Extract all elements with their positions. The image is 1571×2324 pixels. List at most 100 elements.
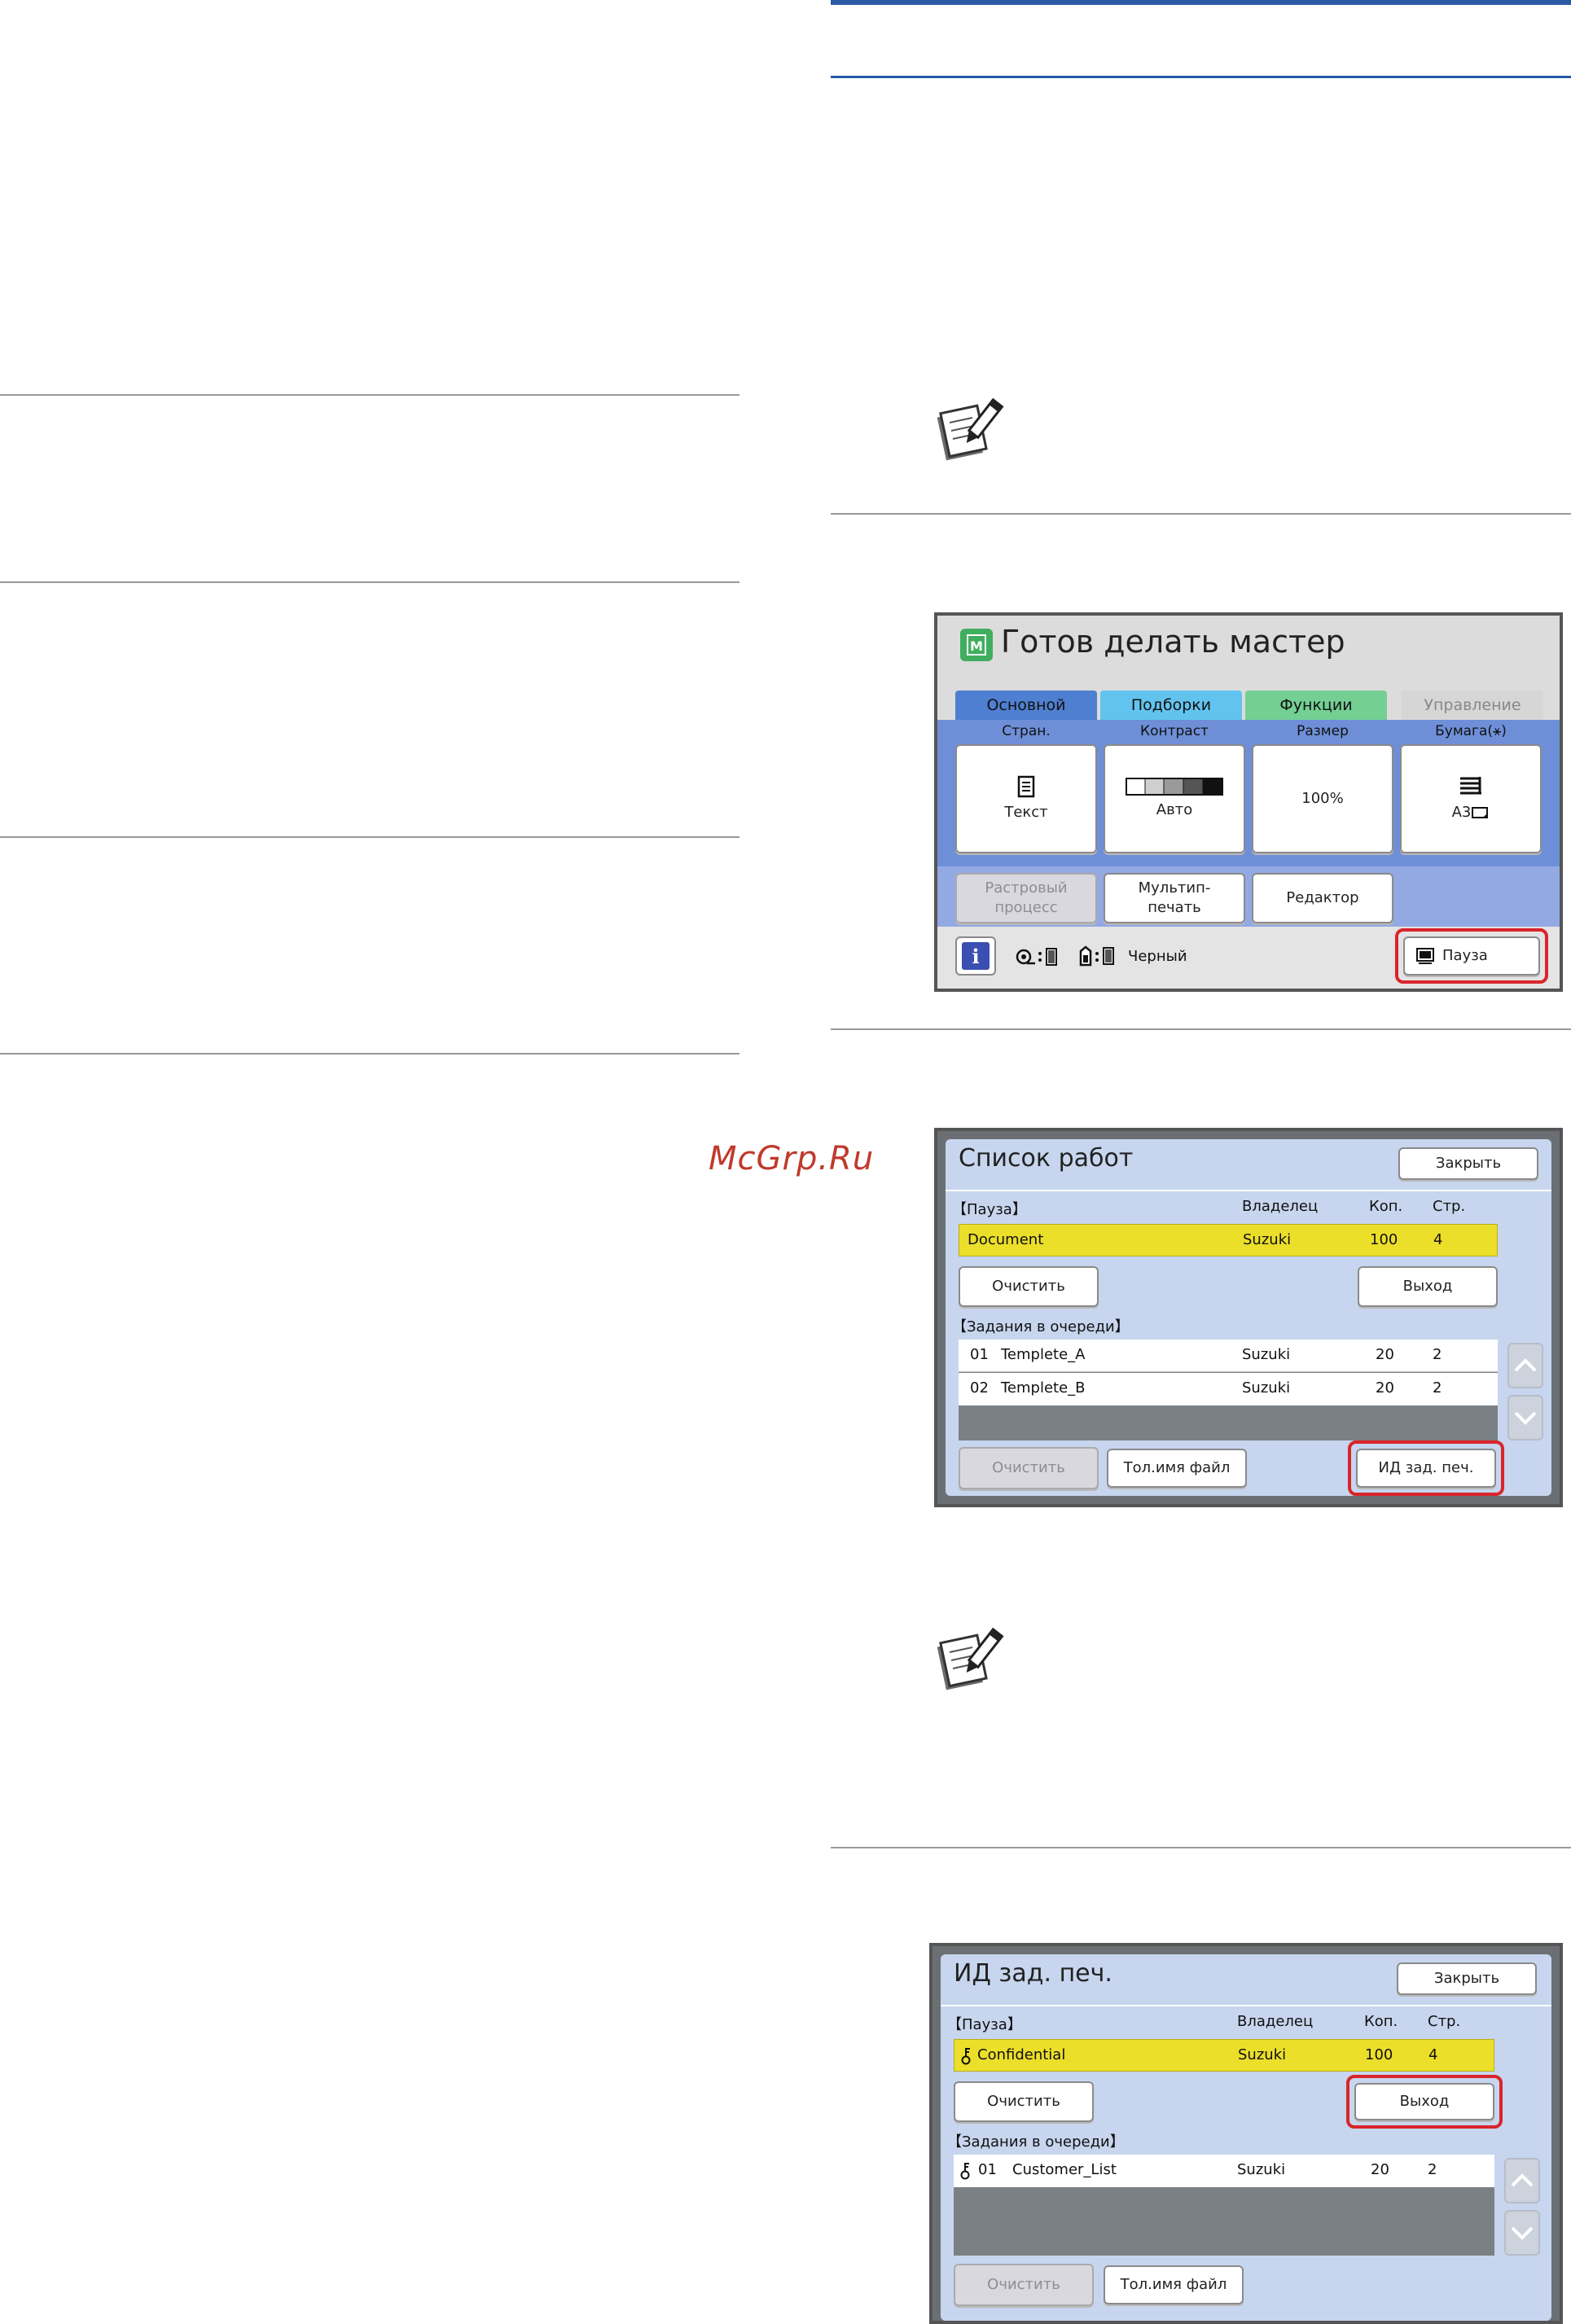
exit-highlight	[1346, 2075, 1503, 2129]
paper-stack-icon	[1460, 777, 1481, 795]
paper-cross-icon: ⚹	[1493, 723, 1502, 739]
col-label-size: Размер	[1297, 723, 1349, 739]
col-owner: Владелец	[1242, 1198, 1319, 1215]
queue-copies: 20	[1371, 2161, 1389, 2178]
settings-band: Стран. Контраст Размер Бумага(⚹) Текст А…	[937, 720, 1560, 866]
col-label-paper: Бумага(⚹)	[1435, 723, 1507, 739]
key-icon	[961, 2048, 971, 2065]
queue-no: 02	[970, 1379, 989, 1397]
screen-title: Готов делать мастер	[1001, 624, 1345, 660]
ink-color-label: Черный	[1128, 948, 1187, 965]
left-rule-1	[0, 394, 739, 396]
filename-only-button[interactable]: Тол.имя файл	[1107, 1449, 1247, 1488]
queue-name: Templete_B	[1001, 1379, 1086, 1397]
basic-screen-panel: M Готов делать мастер Основной Подборки …	[934, 612, 1563, 992]
scroll-up-button[interactable]	[1507, 1343, 1543, 1388]
job-list-body: Список работ Закрыть 【Пауза】 Владелец Ко…	[946, 1139, 1551, 1496]
table-row[interactable]: 02 Templete_B Suzuki 20 2	[959, 1373, 1498, 1405]
pause-highlight	[1395, 928, 1548, 984]
multi-up-print-button[interactable]: Мультип- печать	[1104, 873, 1245, 923]
tab-selections[interactable]: Подборки	[1100, 691, 1242, 720]
job-list-title: Список работ	[959, 1144, 1134, 1173]
left-rule-4	[0, 1053, 739, 1055]
contrast-scale-icon	[1126, 778, 1223, 796]
clear-queue-button[interactable]: Очистить	[954, 2264, 1094, 2306]
filename-only-button[interactable]: Тол.имя файл	[1104, 2265, 1244, 2304]
paused-job-copies: 100	[1370, 1231, 1398, 1248]
tile-pages[interactable]: Текст	[955, 744, 1097, 853]
paused-job-pages: 4	[1428, 2046, 1438, 2063]
paused-header: 【Пауза】	[952, 1201, 1027, 1218]
tile-paper-value: A3	[1452, 803, 1490, 822]
queue-pages: 2	[1433, 1379, 1442, 1397]
print-id-title: ИД зад. печ.	[954, 1959, 1112, 1988]
screen-process-button[interactable]: Растровый процесс	[955, 873, 1097, 923]
queue-no: 01	[978, 2161, 997, 2178]
clear-queue-button[interactable]: Очистить	[959, 1447, 1099, 1489]
key-icon	[960, 2163, 970, 2180]
paused-job-owner: Suzuki	[1238, 2046, 1287, 2063]
clear-paused-button[interactable]: Очистить	[959, 1266, 1099, 1307]
scroll-down-button[interactable]	[1504, 2210, 1540, 2256]
paused-job-name: Confidential	[977, 2046, 1066, 2063]
scroll-up-button[interactable]	[1504, 2158, 1540, 2203]
tab-strip: Основной Подборки Функции Управление	[937, 691, 1560, 720]
queue-no: 01	[970, 1346, 989, 1363]
table-row[interactable]: 01 Customer_List Suzuki 20 2	[954, 2155, 1494, 2187]
left-rule-2	[0, 581, 739, 583]
note-pencil-icon	[937, 397, 1004, 461]
tab-functions[interactable]: Функции	[1245, 691, 1387, 720]
title-divider	[941, 2005, 1551, 2006]
paused-job-pages: 4	[1433, 1231, 1443, 1248]
paper-orientation-icon	[1472, 807, 1489, 818]
paused-job-owner: Suzuki	[1243, 1231, 1292, 1248]
tile-contrast[interactable]: Авто	[1104, 744, 1245, 853]
mode-icon: M	[960, 629, 993, 661]
tab-admin[interactable]: Управление	[1402, 691, 1543, 720]
queue-copies: 20	[1376, 1346, 1394, 1363]
col-copies: Коп.	[1369, 1198, 1403, 1215]
queue-list: 01 Customer_List Suzuki 20 2	[954, 2155, 1494, 2256]
queue-list: 01 Templete_A Suzuki 20 2 02 Templete_B …	[959, 1340, 1498, 1440]
paused-job-row[interactable]: Document Suzuki 100 4	[959, 1224, 1498, 1256]
top-rule-2	[831, 76, 1571, 78]
print-id-body: ИД зад. печ. Закрыть 【Пауза】 Владелец Ко…	[941, 1954, 1551, 2321]
paused-job-row[interactable]: Confidential Suzuki 100 4	[954, 2039, 1494, 2072]
queue-owner: Suzuki	[1237, 2161, 1286, 2178]
close-button[interactable]: Закрыть	[1398, 1147, 1538, 1180]
paused-header: 【Пауза】	[947, 2016, 1022, 2033]
editor-button[interactable]: Редактор	[1252, 873, 1393, 923]
print-id-panel: ИД зад. печ. Закрыть 【Пауза】 Владелец Ко…	[929, 1943, 1563, 2324]
mode-icon-letter: M	[967, 634, 986, 656]
left-rule-3	[0, 836, 739, 838]
info-icon: i	[962, 942, 990, 970]
tab-basic[interactable]: Основной	[955, 691, 1097, 720]
exit-button[interactable]: Выход	[1358, 1266, 1498, 1307]
print-id-highlight	[1348, 1440, 1504, 1496]
queue-pages: 2	[1428, 2161, 1437, 2178]
info-button[interactable]: i	[955, 936, 996, 976]
close-button[interactable]: Закрыть	[1397, 1962, 1537, 1995]
tile-paper[interactable]: A3	[1400, 744, 1542, 853]
clear-paused-button[interactable]: Очистить	[954, 2081, 1094, 2122]
queue-pages: 2	[1433, 1346, 1442, 1363]
table-row[interactable]: 01 Templete_A Suzuki 20 2	[959, 1340, 1498, 1372]
tile-size-value: 100%	[1301, 790, 1344, 807]
master-roll-icon	[1016, 948, 1057, 966]
queue-header: 【Задания в очереди】	[947, 2133, 1125, 2151]
chevron-up-icon	[1511, 2173, 1534, 2187]
secondary-band: Растровый процесс Мультип- печать Редакт…	[937, 866, 1560, 927]
chevron-down-icon	[1514, 1411, 1537, 1425]
right-rule-2	[831, 1028, 1571, 1030]
title-divider	[946, 1190, 1551, 1191]
paused-job-copies: 100	[1365, 2046, 1393, 2063]
queue-owner: Suzuki	[1242, 1346, 1291, 1363]
watermark: McGrp.Ru	[709, 1140, 875, 1177]
queue-copies: 20	[1376, 1379, 1394, 1397]
job-list-panel: Список работ Закрыть 【Пауза】 Владелец Ко…	[934, 1128, 1563, 1507]
note-pencil-icon	[937, 1627, 1004, 1690]
tile-size[interactable]: 100%	[1252, 744, 1393, 853]
tile-pages-value: Текст	[1004, 804, 1048, 821]
col-label-contrast: Контраст	[1140, 723, 1209, 739]
scroll-down-button[interactable]	[1507, 1395, 1543, 1440]
